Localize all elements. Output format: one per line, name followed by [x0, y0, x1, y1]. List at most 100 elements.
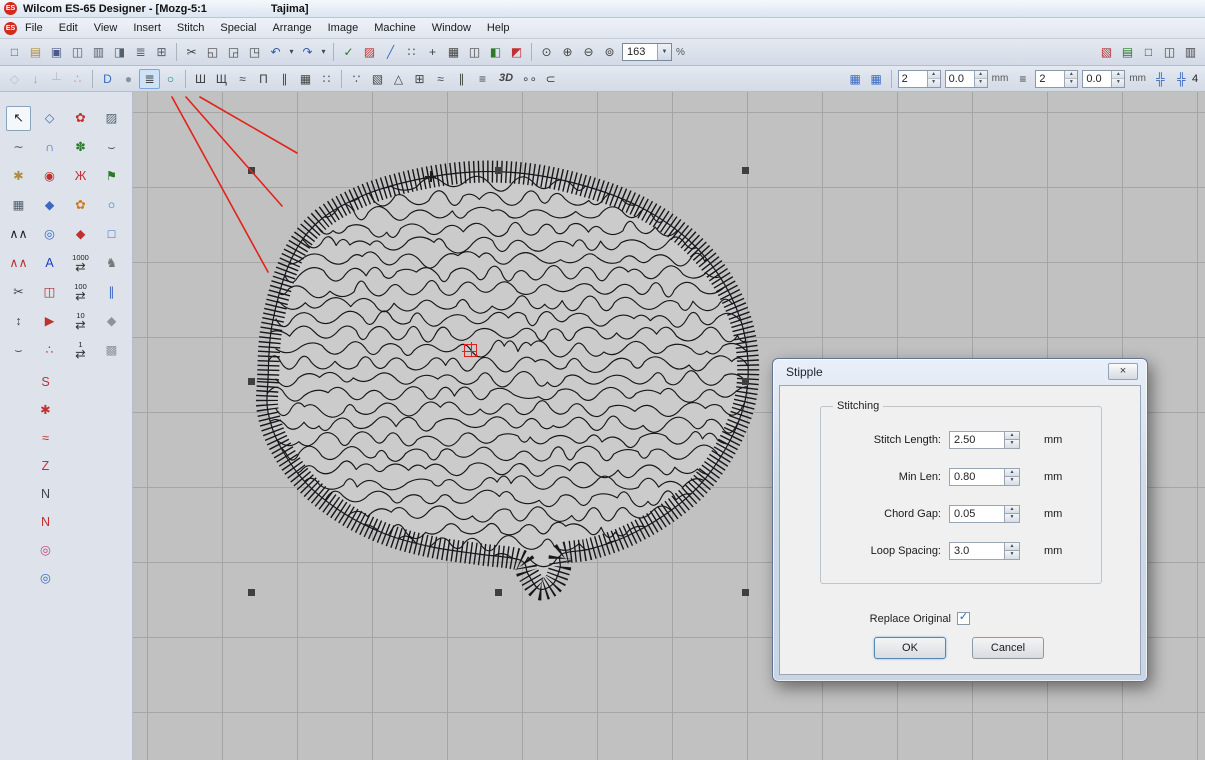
redo-icon[interactable]: ↷ [297, 42, 318, 62]
motif-run-icon[interactable]: ≈ [232, 69, 253, 89]
spinner-up-icon[interactable]: ▲ [1005, 542, 1020, 551]
needle-points-icon[interactable]: ∷ [401, 42, 422, 62]
notes-icon[interactable]: ▥ [1180, 42, 1201, 62]
flag-tool[interactable]: ⚑ [99, 164, 124, 189]
stepper-down-icon[interactable]: ▼ [1065, 79, 1077, 87]
rectangle-tool[interactable]: □ [99, 222, 124, 247]
crosshatch-icon[interactable]: ▧ [367, 69, 388, 89]
spinner-down-icon[interactable]: ▼ [1005, 439, 1020, 449]
save-design-icon[interactable]: ▣ [46, 42, 67, 62]
motif-stamp-tool[interactable]: ♞ [99, 251, 124, 276]
pan-alt-icon[interactable]: ╬ [1171, 69, 1192, 89]
spinner-down-icon[interactable]: ▼ [1005, 513, 1020, 523]
freehand-tool[interactable]: ∼ [6, 135, 31, 160]
menu-item[interactable]: Edit [51, 19, 86, 37]
zigzag-run-tool[interactable]: Ж [68, 164, 93, 189]
field-input[interactable]: 0.80 [949, 468, 1005, 486]
menu-item[interactable]: Window [424, 19, 479, 37]
spinner-down-icon[interactable]: ▼ [1005, 476, 1020, 486]
menu-item[interactable]: Arrange [264, 19, 319, 37]
grid-size-stepper[interactable]: 0.0 ▲▼ [945, 70, 988, 88]
spinner-down-icon[interactable]: ▼ [1005, 550, 1020, 560]
field-input[interactable]: 2.50 [949, 431, 1005, 449]
spinner-up-icon[interactable]: ▲ [1005, 468, 1020, 477]
exit-point-tool[interactable]: ◎ [34, 567, 57, 589]
travel-1000-tool[interactable]: 1000⇄ [68, 251, 93, 276]
cancel-button[interactable]: Cancel [972, 637, 1044, 659]
menu-item[interactable]: Machine [366, 19, 424, 37]
guide-size-stepper[interactable]: 0.0 ▲▼ [1082, 70, 1125, 88]
title-bar[interactable]: ES Wilcom ES-65 Designer - [Mozg-5:1 Taj… [0, 0, 1205, 18]
tatami-fill-icon[interactable]: ▦ [295, 69, 316, 89]
stepper-value[interactable]: 0.0 [1083, 71, 1111, 87]
overview-window-icon[interactable]: ◫ [464, 42, 485, 62]
motif-line-tool[interactable]: ∴ [37, 338, 62, 363]
selection-handle-se[interactable] [742, 589, 749, 596]
new-design-icon[interactable]: □ [4, 42, 25, 62]
zoom-in-icon[interactable]: ⊕ [557, 42, 578, 62]
step-pattern-icon[interactable]: ≡ [472, 69, 493, 89]
stepper-spin[interactable]: ▲▼ [974, 71, 987, 87]
document-icon[interactable]: ES [4, 22, 17, 35]
selection-handle-e[interactable] [742, 378, 749, 385]
stepper-up-icon[interactable]: ▲ [928, 71, 940, 80]
stepper-spin[interactable]: ▲▼ [927, 71, 940, 87]
zoom-factor-icon[interactable]: ⊙ [536, 42, 557, 62]
mesh-tool[interactable]: ▦ [6, 193, 31, 218]
grid-small-icon[interactable]: ▦ [845, 69, 866, 89]
selection-handle-ne[interactable] [742, 167, 749, 174]
stem-stitch-tool[interactable]: ∧∧ [6, 251, 31, 276]
guide-count-stepper[interactable]: 2 ▲▼ [1035, 70, 1078, 88]
paste-icon[interactable]: ◲ [223, 42, 244, 62]
stepper-down-icon[interactable]: ▼ [928, 79, 940, 87]
spinner-up-icon[interactable]: ▲ [1005, 505, 1020, 514]
column-stitch-icon[interactable]: Π [253, 69, 274, 89]
ok-button[interactable]: OK [874, 637, 946, 659]
stepper-value[interactable]: 0.0 [946, 71, 974, 87]
insert-design-icon[interactable]: ⊞ [151, 42, 172, 62]
ellipse-tool[interactable]: ○ [99, 193, 124, 218]
print-preview-icon[interactable]: ◨ [109, 42, 130, 62]
needle-position-icon[interactable]: ↓ [25, 69, 46, 89]
pattern-stamp-tool[interactable]: ▩ [99, 338, 124, 363]
zoom-1-1-icon[interactable]: ⊚ [599, 42, 620, 62]
branching-tool[interactable]: ✽ [68, 135, 93, 160]
auto-digitize-tool[interactable]: ✱ [6, 164, 31, 189]
field-spinner[interactable]: ▲▼ [1005, 542, 1020, 560]
menu-item[interactable]: Help [479, 19, 518, 37]
stepper-up-icon[interactable]: ▲ [1065, 71, 1077, 80]
selection-handle-nw[interactable] [248, 167, 255, 174]
pan-icon[interactable]: ╬ [1150, 69, 1171, 89]
sequin-icon[interactable]: ∘∘ [519, 69, 540, 89]
stitch-angle-icon[interactable]: ∥ [451, 69, 472, 89]
polygon-select-icon[interactable]: ◇ [4, 69, 25, 89]
arc-tool[interactable]: ⌣ [99, 135, 124, 160]
triple-run-tool[interactable]: ✱ [34, 399, 57, 421]
outline-shape-icon[interactable]: ○ [160, 69, 181, 89]
dialog-close-button[interactable]: × [1108, 363, 1138, 380]
stepper-down-icon[interactable]: ▼ [1112, 79, 1124, 87]
hatch-tool[interactable]: ▨ [99, 106, 124, 131]
spinner-up-icon[interactable]: ▲ [1005, 431, 1020, 440]
drop-shape-icon[interactable]: D [97, 69, 118, 89]
mirror-merge-tool[interactable]: ◫ [37, 280, 62, 305]
stepper-up-icon[interactable]: ▲ [1112, 71, 1124, 80]
satin-stitch-icon[interactable]: Ш [190, 69, 211, 89]
field-spinner[interactable]: ▲▼ [1005, 431, 1020, 449]
selection-handle-w[interactable] [248, 378, 255, 385]
daisy-tool[interactable]: ✿ [68, 193, 93, 218]
drop-tool[interactable]: ◆ [68, 222, 93, 247]
program-split-icon[interactable]: ∷ [316, 69, 337, 89]
zoom-out-icon[interactable]: ⊖ [578, 42, 599, 62]
undo-icon[interactable]: ↶ [265, 42, 286, 62]
block-digitize-tool[interactable]: ◆ [37, 193, 62, 218]
selection-handle-sw[interactable] [248, 589, 255, 596]
stipple-run-icon[interactable]: ≣ [139, 69, 160, 89]
circle-shape-icon[interactable]: ● [118, 69, 139, 89]
menu-item[interactable]: Insert [125, 19, 169, 37]
undo-dropdown-icon[interactable]: ▾ [286, 42, 297, 62]
stitch-player-tool[interactable]: ▶ [37, 309, 62, 334]
zoom-value[interactable]: 163 [623, 46, 657, 58]
entry-point-tool[interactable]: ◎ [34, 539, 57, 561]
trapunto-icon[interactable]: △ [388, 69, 409, 89]
